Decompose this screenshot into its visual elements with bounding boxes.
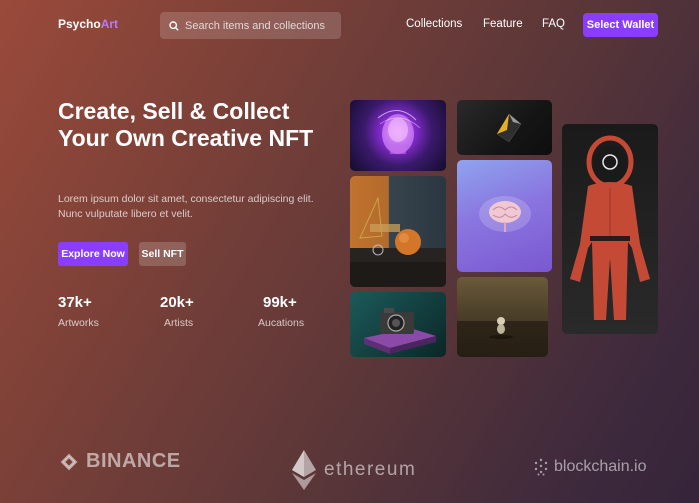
nav-feature[interactable]: Feature [483,18,523,30]
ethereum-icon [292,450,316,490]
explore-now-button[interactable]: Explore Now [58,242,128,266]
search-icon [169,20,179,31]
stat-artists: 20k+ Artists [160,294,194,329]
search-input[interactable] [185,19,335,32]
logo-accent: Art [100,17,119,31]
misty-figure-art[interactable] [457,277,548,357]
hero-subtitle: Lorem ipsum dolor sit amet, consectetur … [58,193,314,220]
stat-value: 99k+ [263,294,297,311]
stat-aucations: 99k+ Aucations [258,294,304,329]
select-wallet-button[interactable]: Select Wallet [583,13,658,37]
glitch-skull-art[interactable] [350,100,446,171]
glowing-brain-art[interactable] [457,160,552,272]
stat-value: 37k+ [58,294,92,311]
blockchain-logo: blockchain.io [532,458,647,476]
red-jumpsuit-figure-art[interactable] [562,124,658,334]
nav-collections[interactable]: Collections [406,18,462,30]
stat-label: Artworks [58,317,99,329]
stat-label: Aucations [258,317,305,329]
search-bar[interactable] [160,12,341,39]
nav-faq[interactable]: FAQ [542,18,565,30]
stat-artworks: 37k+ Artworks [58,294,99,329]
blockchain-label: blockchain.io [554,458,647,475]
orange-sphere-art[interactable] [350,176,446,287]
navbar: PsychoArt Collections Feature FAQ Select… [0,0,699,50]
ethereum-label: ethereum [324,459,417,480]
binance-icon [60,453,78,470]
sell-nft-button[interactable]: Sell NFT [139,242,186,266]
blockchain-icon [534,458,548,476]
stat-label: Artists [164,317,194,329]
logo-main: Psycho [58,17,101,31]
hero-title: Create, Sell & Collect Your Own Creative… [58,98,314,151]
logo[interactable]: PsychoArt [58,17,118,31]
camera-on-book-art[interactable] [350,292,446,357]
binance-logo: BINANCE [58,450,181,473]
ethereum-logo: ethereum [292,450,416,490]
stat-value: 20k+ [160,294,194,311]
dark-diamond-art[interactable] [457,100,552,155]
binance-label: BINANCE [86,450,181,472]
